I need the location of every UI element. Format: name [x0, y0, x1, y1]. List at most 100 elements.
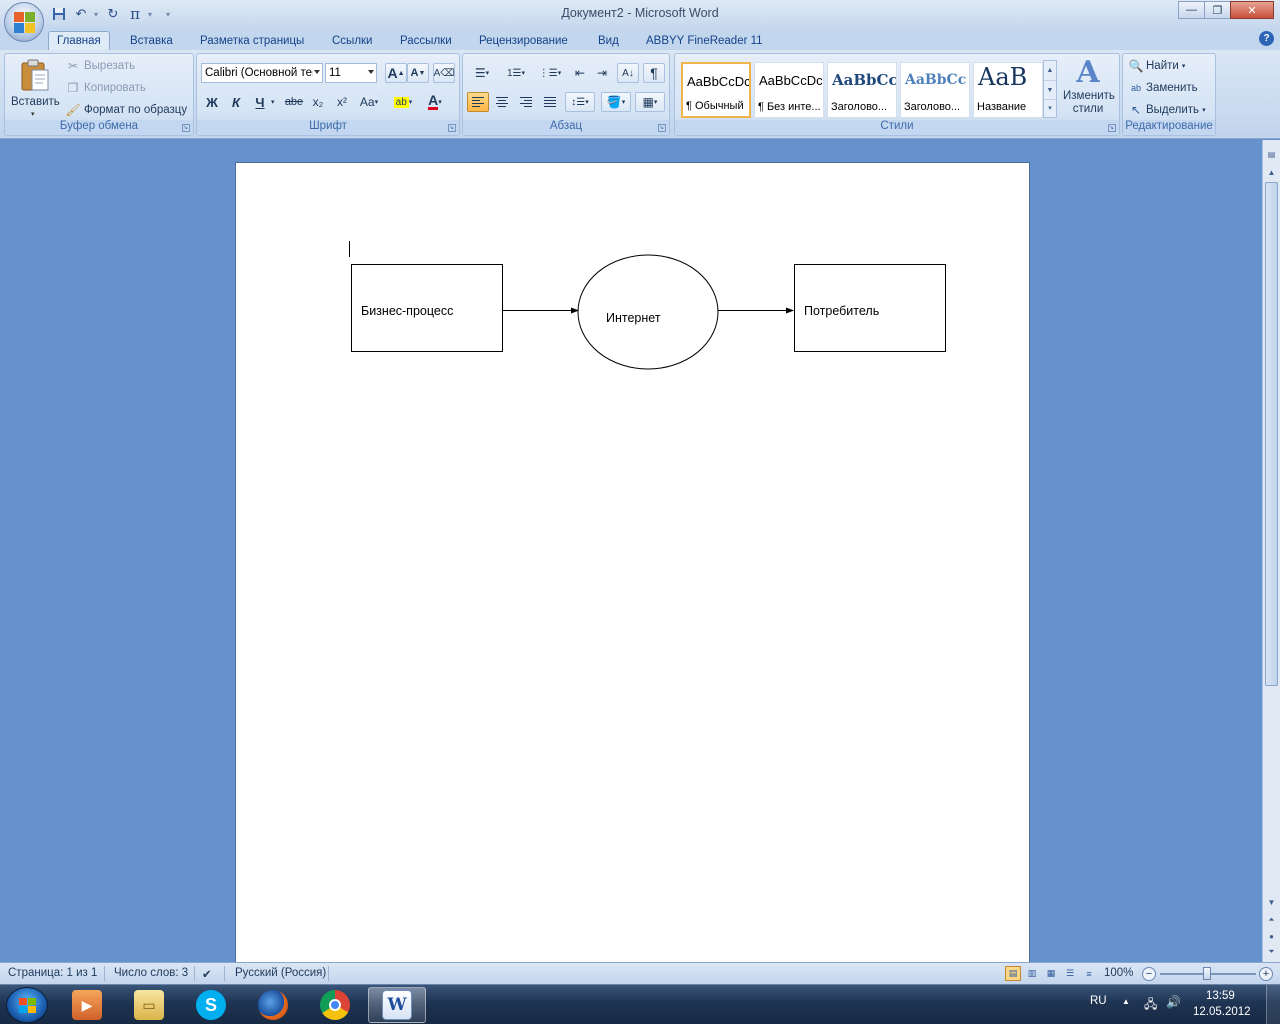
tab-view[interactable]: Вид: [590, 31, 627, 50]
word-count[interactable]: Число слов: 3: [114, 967, 188, 979]
volume-icon[interactable]: 🔊: [1166, 995, 1181, 1009]
shading-button[interactable]: 🪣 ▾: [601, 92, 631, 112]
change-styles-button[interactable]: A Изменить стили: [1059, 56, 1117, 118]
language-indicator-tray[interactable]: RU: [1090, 995, 1107, 1007]
scroll-down-icon[interactable]: ▼: [1265, 896, 1278, 908]
numbering-button[interactable]: 1☰ ▾: [501, 63, 531, 83]
decrease-indent-button[interactable]: ⇤: [569, 63, 591, 83]
scroll-up-icon[interactable]: ▲: [1265, 166, 1278, 178]
show-hidden-icons-icon[interactable]: ▲: [1122, 997, 1130, 1006]
multilevel-list-button[interactable]: ⋮☰ ▾: [535, 63, 565, 83]
style-heading-2[interactable]: AaBbCc Заголово...: [900, 62, 970, 118]
font-launcher-icon[interactable]: ↘: [448, 124, 456, 132]
underline-button[interactable]: Ч: [249, 92, 271, 112]
close-button[interactable]: ✕: [1230, 1, 1274, 19]
increase-indent-button[interactable]: ⇥: [591, 63, 613, 83]
style-no-spacing[interactable]: AaBbCcDc ¶ Без инте...: [754, 62, 824, 118]
highlight-button[interactable]: ab ▾: [389, 92, 417, 112]
subscript-button[interactable]: x₂: [307, 92, 329, 112]
styles-scroll-down-icon[interactable]: ▼: [1044, 80, 1056, 99]
change-case-button[interactable]: Aa ▾: [355, 92, 383, 112]
previous-page-icon[interactable]: ⏶: [1265, 914, 1278, 926]
zoom-in-icon[interactable]: +: [1259, 967, 1273, 981]
line-spacing-button[interactable]: ↕☰ ▾: [565, 92, 595, 112]
clear-format-button[interactable]: A⌫: [433, 63, 455, 83]
style-title[interactable]: AaB Название: [973, 62, 1043, 118]
underline-dropdown-icon[interactable]: ▾: [271, 98, 275, 106]
zoom-slider-thumb[interactable]: [1203, 967, 1211, 980]
full-screen-reading-view-icon[interactable]: ▥: [1024, 966, 1040, 981]
zoom-out-icon[interactable]: −: [1142, 967, 1156, 981]
copy-button[interactable]: ❐ Копировать: [65, 78, 146, 98]
office-button[interactable]: [4, 2, 44, 42]
styles-scroll-up-icon[interactable]: ▲: [1044, 61, 1056, 80]
next-page-icon[interactable]: ⏷: [1265, 946, 1278, 958]
cut-button[interactable]: ✂ Вырезать: [65, 56, 135, 76]
scroll-thumb[interactable]: [1265, 182, 1278, 686]
paste-dropdown-icon[interactable]: ▾: [31, 110, 35, 118]
restore-button[interactable]: ❐: [1204, 1, 1231, 19]
find-button[interactable]: 🔍 Найти ▾: [1129, 56, 1186, 76]
font-size-combo[interactable]: 11: [325, 63, 377, 83]
borders-button[interactable]: ▦ ▾: [635, 92, 665, 112]
ruler-toggle-icon[interactable]: ▤: [1265, 148, 1278, 160]
align-right-button[interactable]: [515, 92, 537, 112]
tab-abbyy[interactable]: ABBYY FineReader 11: [638, 31, 771, 50]
font-name-dropdown-icon[interactable]: [314, 70, 320, 74]
bold-button[interactable]: Ж: [201, 92, 223, 112]
font-size-dropdown-icon[interactable]: [368, 70, 374, 74]
superscript-button[interactable]: x²: [331, 92, 353, 112]
style-normal[interactable]: AaBbCcDc ¶ Обычный: [681, 62, 751, 118]
taskbar-explorer[interactable]: ▭: [120, 987, 178, 1023]
select-button[interactable]: ↖ Выделить ▾: [1129, 100, 1206, 120]
align-center-button[interactable]: [491, 92, 513, 112]
tab-references[interactable]: Ссылки: [324, 31, 381, 50]
tab-review[interactable]: Рецензирование: [471, 31, 576, 50]
italic-button[interactable]: К: [225, 92, 247, 112]
start-button[interactable]: [6, 987, 48, 1023]
strikethrough-button[interactable]: abe: [283, 92, 305, 112]
replace-button[interactable]: ab Заменить: [1129, 78, 1198, 98]
minimize-button[interactable]: —: [1178, 1, 1205, 19]
tab-mailings[interactable]: Рассылки: [392, 31, 460, 50]
vertical-scrollbar[interactable]: ▤ ▲ ▼ ⏶ ● ⏷: [1262, 140, 1280, 962]
format-painter-button[interactable]: 🖌 Формат по образцу: [65, 100, 187, 120]
show-desktop-button[interactable]: [1266, 985, 1280, 1024]
document-page[interactable]: Бизнес-процесс Интернет Потребитель: [235, 162, 1030, 962]
taskbar-skype[interactable]: S: [182, 987, 240, 1023]
taskbar-word[interactable]: W: [368, 987, 426, 1023]
page-count[interactable]: Страница: 1 из 1: [8, 967, 97, 979]
shrink-font-button[interactable]: A ▼: [407, 63, 429, 83]
web-layout-view-icon[interactable]: ▦: [1043, 966, 1059, 981]
paragraph-launcher-icon[interactable]: ↘: [658, 124, 666, 132]
print-layout-view-icon[interactable]: ▤: [1005, 966, 1021, 981]
zoom-level[interactable]: 100%: [1104, 967, 1133, 979]
bullets-button[interactable]: ☰ ▾: [467, 63, 497, 83]
paste-button[interactable]: Вставить ▾: [9, 56, 60, 118]
tab-insert[interactable]: Вставка: [122, 31, 181, 50]
outline-view-icon[interactable]: ☰: [1062, 966, 1078, 981]
taskbar-media-player[interactable]: ▶: [58, 987, 116, 1023]
draft-view-icon[interactable]: ≡: [1081, 966, 1097, 981]
taskbar-firefox[interactable]: [244, 987, 302, 1023]
styles-more-icon[interactable]: ▾: [1044, 99, 1056, 117]
clipboard-launcher-icon[interactable]: ↘: [182, 124, 190, 132]
align-left-button[interactable]: [467, 92, 489, 112]
clock-time[interactable]: 13:59: [1206, 990, 1235, 1002]
tab-home[interactable]: Главная: [48, 31, 110, 50]
sort-button[interactable]: A↓: [617, 63, 639, 83]
proofing-icon[interactable]: ✔: [202, 967, 212, 981]
justify-button[interactable]: [539, 92, 561, 112]
taskbar-chrome[interactable]: [306, 987, 364, 1023]
styles-launcher-icon[interactable]: ↘: [1108, 124, 1116, 132]
network-icon[interactable]: 🖧: [1144, 995, 1157, 1016]
font-name-combo[interactable]: Calibri (Основной текст): [201, 63, 323, 83]
help-icon[interactable]: ?: [1259, 31, 1274, 46]
tab-page-layout[interactable]: Разметка страницы: [192, 31, 312, 50]
show-marks-button[interactable]: ¶: [643, 63, 665, 83]
font-color-button[interactable]: A ▾: [421, 92, 449, 112]
clock-date[interactable]: 12.05.2012: [1193, 1006, 1251, 1018]
style-heading-1[interactable]: AaBbCc Заголово...: [827, 62, 897, 118]
browse-object-icon[interactable]: ●: [1265, 930, 1278, 942]
language-indicator[interactable]: Русский (Россия): [235, 967, 326, 979]
